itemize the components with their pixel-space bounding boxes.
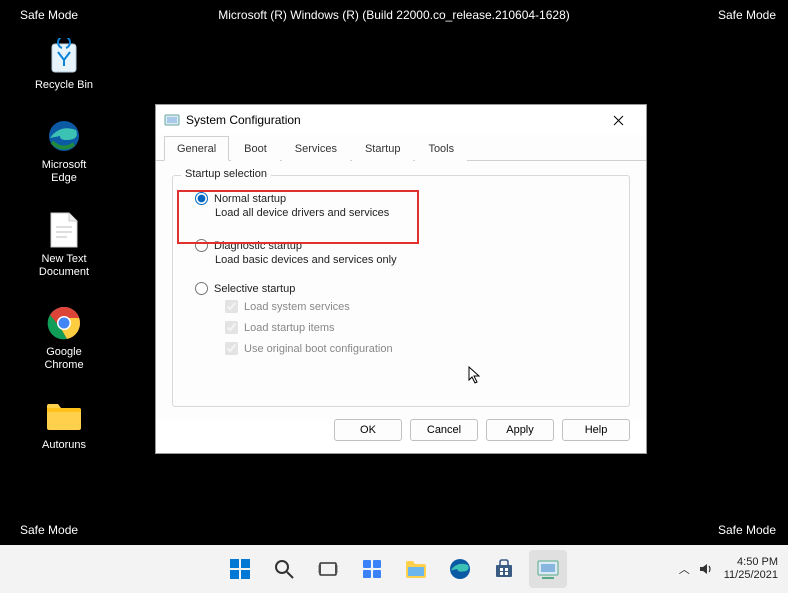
- check-original-boot-input: [225, 342, 238, 355]
- apply-button[interactable]: Apply: [486, 419, 554, 441]
- check-load-system-services: Load system services: [181, 296, 621, 317]
- msconfig-taskbar-button[interactable]: [529, 550, 567, 588]
- desktop-icon-text-document[interactable]: New Text Document: [30, 210, 98, 279]
- radio-selective-label: Selective startup: [214, 283, 295, 295]
- store-icon: [493, 558, 515, 580]
- cancel-button[interactable]: Cancel: [410, 419, 478, 441]
- widgets-button[interactable]: [353, 550, 391, 588]
- system-tray[interactable]: ︿: [679, 561, 714, 577]
- file-explorer-icon: [404, 558, 428, 580]
- check-label: Use original boot configuration: [244, 343, 393, 355]
- search-icon: [273, 558, 295, 580]
- desktop-icon-chrome[interactable]: Google Chrome: [30, 303, 98, 372]
- radio-normal-label: Normal startup: [214, 193, 286, 205]
- radio-normal-input[interactable]: [195, 192, 208, 205]
- msconfig-icon: [536, 558, 560, 580]
- store-button[interactable]: [485, 550, 523, 588]
- sound-icon[interactable]: [698, 561, 714, 577]
- check-use-original-boot: Use original boot configuration: [181, 338, 621, 359]
- safe-mode-label-bl: Safe Mode: [20, 523, 78, 537]
- fieldset-legend: Startup selection: [181, 168, 271, 180]
- edge-icon: [44, 116, 84, 156]
- check-startup-items-input: [225, 321, 238, 334]
- safe-mode-label-br: Safe Mode: [718, 523, 776, 537]
- explorer-button[interactable]: [397, 550, 435, 588]
- safe-mode-label-tr: Safe Mode: [718, 8, 776, 22]
- desktop-icon-label: Google Chrome: [30, 346, 98, 372]
- close-button[interactable]: [598, 106, 638, 134]
- tab-services[interactable]: Services: [282, 136, 350, 161]
- radio-diagnostic-desc: Load basic devices and services only: [181, 253, 621, 272]
- tray-chevron-icon[interactable]: ︿: [679, 561, 690, 577]
- desktop-icon-label: Autoruns: [42, 439, 86, 452]
- radio-diagnostic-startup[interactable]: Diagnostic startup: [181, 237, 621, 253]
- system-configuration-dialog: System Configuration General Boot Servic…: [155, 104, 647, 454]
- text-file-icon: [44, 210, 84, 250]
- clock-time: 4:50 PM: [724, 556, 778, 569]
- desktop-icon-label: New Text Document: [30, 253, 98, 279]
- start-button[interactable]: [221, 550, 259, 588]
- search-button[interactable]: [265, 550, 303, 588]
- tab-startup[interactable]: Startup: [352, 136, 413, 161]
- help-button[interactable]: Help: [562, 419, 630, 441]
- build-info: Microsoft (R) Windows (R) (Build 22000.c…: [218, 8, 570, 22]
- check-label: Load startup items: [244, 322, 335, 334]
- taskview-icon: [317, 558, 339, 580]
- desktop-icon-recycle-bin[interactable]: Recycle Bin: [30, 36, 98, 92]
- chrome-icon: [44, 303, 84, 343]
- check-load-startup-items: Load startup items: [181, 317, 621, 338]
- recycle-bin-icon: [44, 36, 84, 76]
- dialog-body: Startup selection Normal startup Load al…: [156, 161, 646, 419]
- radio-diagnostic-input[interactable]: [195, 239, 208, 252]
- radio-selective-input[interactable]: [195, 282, 208, 295]
- desktop-icon-label: Microsoft Edge: [30, 159, 98, 185]
- dialog-title: System Configuration: [186, 113, 598, 127]
- tab-general[interactable]: General: [164, 136, 229, 161]
- taskbar-center: [221, 550, 567, 588]
- folder-icon: [44, 396, 84, 436]
- taskbar-right: ︿ 4:50 PM 11/25/2021: [679, 556, 778, 581]
- desktop-icon-label: Recycle Bin: [35, 79, 93, 92]
- desktop-icons-column: Recycle Bin Microsoft Edge New Text Docu…: [30, 36, 98, 453]
- radio-selective-startup[interactable]: Selective startup: [181, 280, 621, 296]
- dialog-button-row: OK Cancel Apply Help: [334, 419, 630, 441]
- clock-date: 11/25/2021: [724, 569, 778, 582]
- dialog-titlebar[interactable]: System Configuration: [156, 105, 646, 135]
- taskbar-clock[interactable]: 4:50 PM 11/25/2021: [724, 556, 778, 581]
- tab-boot[interactable]: Boot: [231, 136, 280, 161]
- widgets-icon: [361, 558, 383, 580]
- radio-normal-startup[interactable]: Normal startup: [181, 190, 621, 206]
- radio-diagnostic-label: Diagnostic startup: [214, 240, 302, 252]
- windows-logo-icon: [228, 557, 252, 581]
- desktop-icon-autoruns[interactable]: Autoruns: [30, 396, 98, 452]
- msconfig-icon: [164, 112, 180, 128]
- desktop-icon-edge[interactable]: Microsoft Edge: [30, 116, 98, 185]
- edge-taskbar-button[interactable]: [441, 550, 479, 588]
- ok-button[interactable]: OK: [334, 419, 402, 441]
- check-system-services-input: [225, 300, 238, 313]
- close-icon: [613, 115, 624, 126]
- startup-selection-group: Startup selection Normal startup Load al…: [172, 175, 630, 407]
- radio-normal-desc: Load all device drivers and services: [181, 206, 621, 225]
- safe-mode-label-tl: Safe Mode: [20, 8, 78, 22]
- edge-icon: [448, 557, 472, 581]
- tab-tools[interactable]: Tools: [415, 136, 467, 161]
- taskview-button[interactable]: [309, 550, 347, 588]
- taskbar: ︿ 4:50 PM 11/25/2021: [0, 545, 788, 593]
- check-label: Load system services: [244, 301, 350, 313]
- dialog-tabs: General Boot Services Startup Tools: [156, 135, 646, 161]
